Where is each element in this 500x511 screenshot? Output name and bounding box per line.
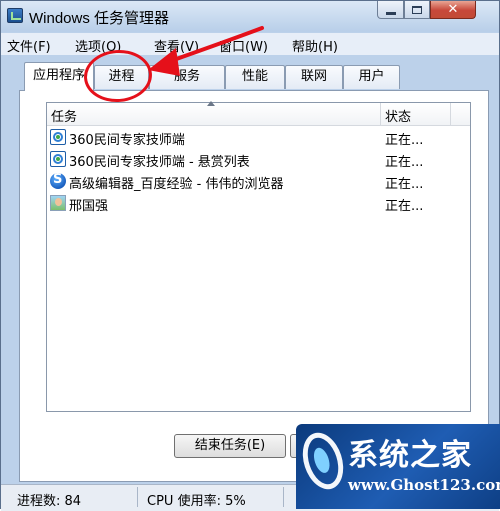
maximize-icon (412, 5, 422, 14)
task-status: 正在... (385, 177, 424, 192)
task-name: 高级编辑器_百度经验 - 伟伟的浏览器 (69, 177, 284, 192)
watermark-logo: 系统之家 www.Ghost123.com (296, 424, 500, 509)
process-count: 进程数: 84 (17, 494, 82, 509)
list-header: 任务 状态 (47, 101, 470, 126)
menu-file[interactable]: 文件(F) (7, 36, 51, 55)
task-list[interactable]: 任务 状态 360民间专家技师端 正在... 360民间专家技师端 - 悬赏列表… (46, 101, 471, 412)
task-status: 正在... (385, 133, 424, 148)
sort-ascending-icon (207, 101, 215, 106)
menu-help[interactable]: 帮助(H) (292, 36, 338, 55)
360-icon (50, 151, 66, 167)
window-title: Windows 任务管理器 (29, 10, 170, 27)
contact-photo-icon (50, 195, 66, 211)
watermark-url: www.Ghost123.com (348, 476, 500, 494)
minimize-icon (385, 12, 396, 15)
menu-bar: 文件(F) 选项(O) 查看(V) 窗口(W) 帮助(H) (1, 33, 499, 55)
site-logo-icon (296, 427, 351, 495)
status-divider (283, 487, 284, 507)
close-icon: ✕ (447, 2, 459, 17)
watermark-title: 系统之家 (348, 438, 472, 473)
task-name: 邢国强 (69, 199, 109, 214)
column-divider[interactable] (380, 103, 381, 125)
cpu-usage: CPU 使用率: 5% (147, 494, 246, 509)
table-row[interactable]: 邢国强 正在... (47, 193, 470, 215)
table-row[interactable]: 360民间专家技师端 正在... (47, 127, 470, 149)
close-button[interactable]: ✕ (430, 1, 476, 19)
status-divider (137, 487, 138, 507)
browser-icon (50, 172, 66, 189)
task-name: 360民间专家技师端 - 悬赏列表 (69, 155, 250, 170)
task-status: 正在... (385, 155, 424, 170)
task-status: 正在... (385, 199, 424, 214)
task-manager-icon (7, 8, 23, 23)
tab-performance[interactable]: 性能 (225, 65, 285, 89)
maximize-button[interactable] (404, 1, 430, 19)
task-name: 360民间专家技师端 (69, 133, 185, 148)
minimize-button[interactable] (377, 1, 404, 19)
menu-view[interactable]: 查看(V) (154, 36, 199, 55)
column-divider[interactable] (450, 103, 451, 125)
menu-window[interactable]: 窗口(W) (219, 36, 268, 55)
table-row[interactable]: 360民间专家技师端 - 悬赏列表 正在... (47, 149, 470, 171)
end-task-button[interactable]: 结束任务(E) (174, 434, 286, 458)
title-bar[interactable]: Windows 任务管理器 ✕ (1, 1, 499, 31)
360-icon (50, 129, 66, 145)
tab-users[interactable]: 用户 (343, 65, 400, 89)
tab-networking[interactable]: 联网 (285, 65, 343, 89)
column-header-status[interactable]: 状态 (385, 106, 411, 125)
column-header-task[interactable]: 任务 (51, 106, 77, 125)
tab-services[interactable]: 服务 (149, 65, 225, 89)
table-row[interactable]: 高级编辑器_百度经验 - 伟伟的浏览器 正在... (47, 171, 470, 193)
